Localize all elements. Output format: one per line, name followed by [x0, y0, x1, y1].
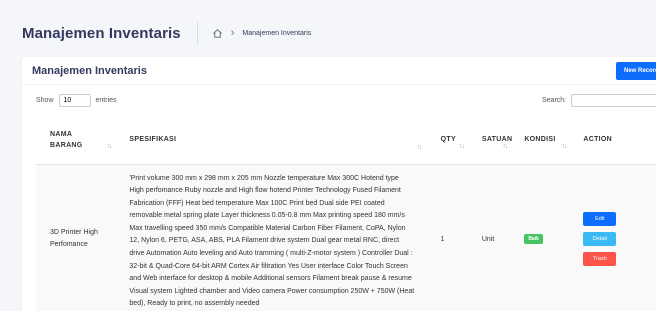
- col-action[interactable]: ACTION ↑↓: [571, 116, 656, 165]
- sort-icon: ↑↓: [561, 142, 567, 150]
- cell-kondisi: Baik: [512, 164, 572, 311]
- table-header-row: NAMA BARANG ↑↓ SPESIFIKASI ↑↓ QTY ↑↓ SAT…: [36, 116, 656, 165]
- col-qty[interactable]: QTY ↑↓: [426, 116, 469, 165]
- cell-satuan: Unit: [468, 164, 513, 311]
- action-buttons: Edit Detail Trash: [583, 212, 656, 267]
- inventory-table: NAMA BARANG ↑↓ SPESIFIKASI ↑↓ QTY ↑↓ SAT…: [36, 116, 656, 311]
- show-label: Show: [36, 97, 54, 104]
- col-satuan[interactable]: SATUAN ↑↓: [468, 116, 513, 165]
- header-divider: [196, 22, 198, 44]
- table-controls: Show entries Search:: [22, 85, 656, 111]
- trash-button[interactable]: Trash: [583, 252, 617, 267]
- sort-icon: ↑↓: [106, 142, 112, 150]
- cell-action: Edit Detail Trash: [571, 164, 656, 311]
- entries-control: Show entries: [36, 94, 117, 107]
- chevron-right-icon: ›: [230, 27, 235, 39]
- sort-icon: ↑↓: [502, 142, 508, 150]
- cell-qty: 1: [426, 164, 469, 311]
- edit-button[interactable]: Edit: [583, 212, 617, 227]
- entries-label: entries: [95, 97, 117, 104]
- detail-button[interactable]: Detail: [583, 232, 617, 247]
- search-input[interactable]: [571, 94, 656, 107]
- search-control: Search:: [542, 94, 656, 107]
- cell-nama-barang: 3D Printer High Perfomance: [36, 164, 117, 311]
- sort-icon: ↑↓: [458, 142, 465, 150]
- page-title: Manajemen Inventaris: [22, 24, 181, 42]
- card-title: Manajemen Inventaris: [32, 64, 147, 77]
- col-nama-barang[interactable]: NAMA BARANG ↑↓: [36, 116, 117, 165]
- home-icon[interactable]: [212, 28, 223, 39]
- breadcrumb[interactable]: Manajemen Inventaris: [242, 30, 311, 37]
- col-kondisi[interactable]: KONDISI ↑↓: [512, 116, 572, 165]
- table-row: 3D Printer High Perfomance 'Print volume…: [36, 164, 656, 311]
- entries-select[interactable]: [58, 94, 91, 107]
- card-header: Manajemen Inventaris New Record: [22, 57, 656, 85]
- col-spesifikasi[interactable]: SPESIFIKASI ↑↓: [116, 116, 427, 165]
- search-label: Search:: [542, 97, 567, 104]
- sort-icon: ↑↓: [416, 143, 423, 151]
- cell-spesifikasi: 'Print volume 300 mm x 298 mm x 205 mm N…: [116, 164, 427, 311]
- status-badge: Baik: [524, 234, 543, 245]
- new-record-button[interactable]: New Record: [616, 62, 656, 80]
